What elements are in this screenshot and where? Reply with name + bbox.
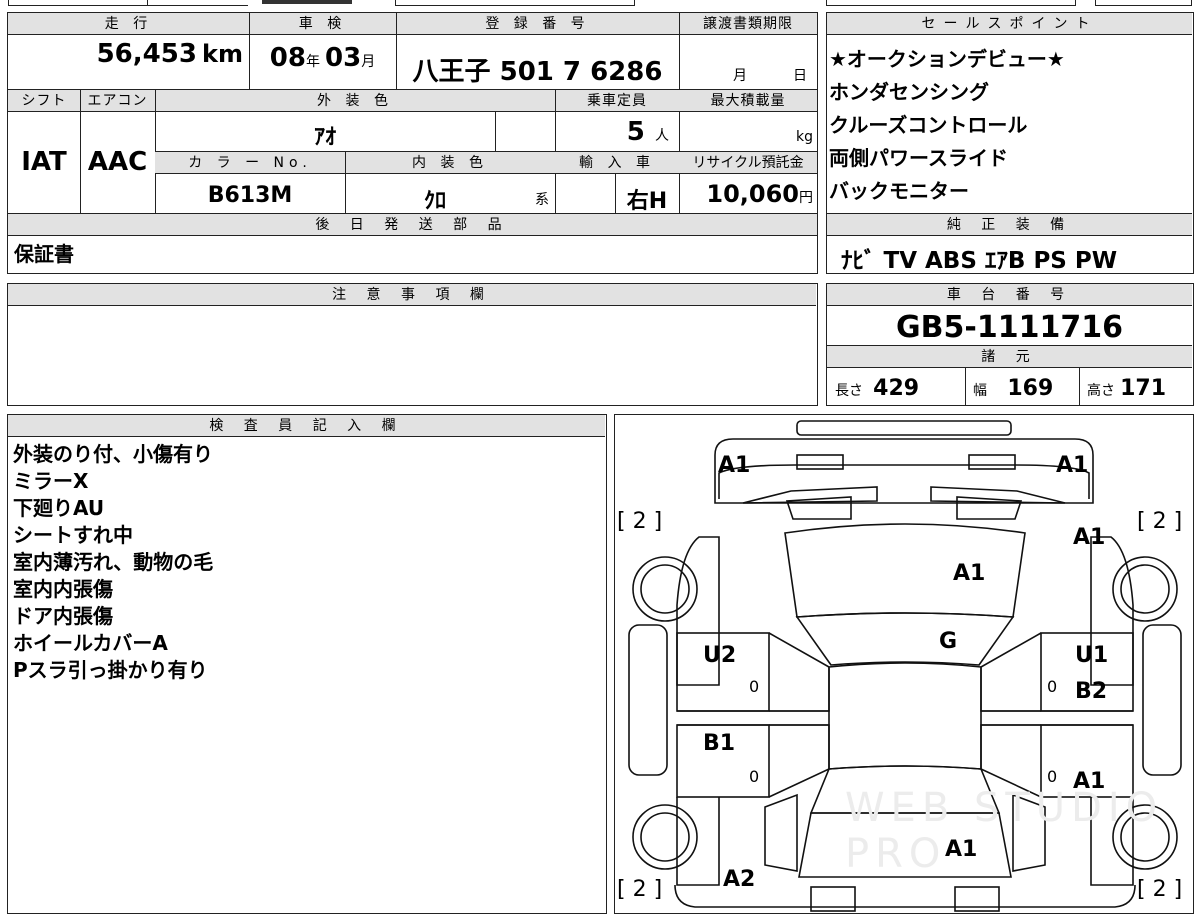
spec-width: 幅 169	[973, 376, 1054, 401]
mark-front-right-corner: A1	[1056, 453, 1089, 478]
mark-door-rear-left: B1	[703, 731, 736, 756]
caution-box: 注 意 事 項 欄	[7, 283, 818, 406]
exterior-color-header: 外 装 色	[155, 90, 555, 112]
mark-tire-front-right: [ 2 ]	[1137, 509, 1183, 534]
transfer-deadline-header: 譲渡書類期限	[679, 13, 817, 35]
recycle-value: 10,060円	[706, 180, 813, 208]
sales-point-item: バックモニター	[829, 179, 969, 203]
top-clipped-strip	[0, 0, 1200, 8]
spec-height: 高さ 171	[1087, 376, 1167, 401]
mark-front-left-corner: A1	[718, 453, 751, 478]
mark-zero: 0	[749, 677, 760, 696]
inspection-value: 08年 03月	[269, 43, 376, 73]
mark-door-front-right: U1	[1075, 643, 1109, 668]
inspector-note: ホイールカバーA	[13, 631, 168, 655]
sales-point-item: クルーズコントロール	[829, 113, 1028, 137]
inspector-note: 室内薄汚れ、動物の毛	[13, 550, 214, 574]
mark-tire-rear-left: [ 2 ]	[617, 877, 663, 902]
mark-fender-right: A1	[1073, 525, 1106, 550]
sales-points-box: セールスポイント ★オークションデビュー★ ホンダセンシング クルーズコントロー…	[826, 12, 1194, 274]
mark-zero: 0	[1047, 767, 1058, 786]
inspector-header: 検 査 員 記 入 欄	[8, 415, 605, 437]
inspector-note: ミラーX	[13, 469, 89, 493]
inspector-note: シートすれ中	[13, 523, 133, 547]
interior-color-header: 内 装 色	[345, 152, 555, 174]
inspector-notes: 外装のり付、小傷有り ミラーX 下廻りAU シートすれ中 室内薄汚れ、動物の毛 …	[13, 441, 213, 684]
aircon-value: AAC	[87, 147, 148, 177]
deadline-month-unit: 月	[733, 68, 747, 84]
registration-header: 登 録 番 号	[396, 13, 679, 35]
import-header: 輸 入 車	[555, 152, 679, 174]
recycle-header: リサイクル預託金	[679, 152, 817, 174]
inspector-note: 下廻りAU	[13, 496, 105, 520]
mark-door-rear-right: A1	[1073, 769, 1106, 794]
deadline-day-unit: 日	[793, 68, 807, 84]
mark-rear-left: A2	[723, 867, 756, 892]
caution-header: 注 意 事 項 欄	[8, 284, 816, 306]
specs-header: 諸 元	[827, 346, 1192, 368]
sales-points-list: ★オークションデビュー★ ホンダセンシング クルーズコントロール 両側パワースラ…	[829, 43, 1065, 208]
mark-tire-rear-right: [ 2 ]	[1137, 877, 1183, 902]
later-parts-value: 保証書	[14, 242, 74, 266]
inspector-note: 外装のり付、小傷有り	[13, 442, 213, 466]
import-value: 右H	[626, 189, 668, 214]
later-parts-header: 後 日 発 送 部 品	[8, 214, 817, 236]
vehicle-info-table: 走 行 車 検 登 録 番 号 譲渡書類期限 56,453 km 08年 03月…	[7, 12, 818, 274]
mark-roof-rear: A1	[945, 837, 978, 862]
sales-point-item: ★オークションデビュー★	[829, 47, 1065, 71]
chassis-number: GB5-1111716	[896, 310, 1123, 345]
sales-points-header: セールスポイント	[827, 13, 1192, 35]
mark-door-front-left: U2	[703, 643, 737, 668]
mileage-header: 走 行	[8, 13, 249, 35]
registration-value: 八王子 501 7 6286	[412, 57, 663, 87]
shift-value: IAT	[21, 147, 67, 177]
mark-tire-front-left: [ 2 ]	[617, 509, 663, 534]
inspector-box: 検 査 員 記 入 欄 外装のり付、小傷有り ミラーX 下廻りAU シートすれ中…	[7, 414, 607, 914]
aircon-header: エアコン	[80, 90, 155, 112]
chassis-box: 車 台 番 号 GB5-1111716 諸 元 長さ 429 幅 169 高さ …	[826, 283, 1194, 406]
interior-color-value: ｸﾛ	[423, 189, 446, 214]
watermark: WEB STUDIO PRO	[845, 785, 1164, 877]
sales-point-item: ホンダセンシング	[829, 80, 989, 104]
color-no-header: カ ラ ー No.	[155, 152, 345, 174]
exterior-color-value: ｱｵ	[313, 125, 336, 150]
mark-windshield: G	[939, 629, 958, 654]
inspection-header: 車 検	[249, 13, 396, 35]
spec-length: 長さ 429	[835, 376, 920, 401]
shift-header: シフト	[8, 90, 80, 112]
chassis-header: 車 台 番 号	[827, 284, 1192, 306]
sales-point-item: 両側パワースライド	[829, 146, 1008, 170]
mileage-value: 56,453 km	[96, 39, 243, 69]
color-no-value: B613M	[207, 183, 293, 208]
inspector-note: ドア内張傷	[13, 604, 113, 628]
mark-door-front-right-2: B2	[1075, 679, 1108, 704]
capacity-header: 乗車定員	[555, 90, 679, 112]
mark-hood: A1	[953, 561, 986, 586]
inspector-note: 室内内張傷	[13, 577, 113, 601]
capacity-value: 5 人	[626, 117, 669, 147]
interior-color-suffix: 系	[535, 192, 549, 208]
inspector-note: Pスラ引っ掛かり有り	[13, 658, 208, 682]
max-load-unit: kg	[796, 129, 813, 145]
damage-diagram-box: WEB STUDIO PRO A1 A1 [ 2 ] [ 2 ] A1 A1 G…	[614, 414, 1194, 914]
max-load-header: 最大積載量	[679, 90, 817, 112]
mark-zero: 0	[1047, 677, 1058, 696]
equipment-header: 純 正 装 備	[827, 214, 1192, 236]
equipment-value: ﾅﾋﾞ TV ABS ｴｱB PS PW	[841, 248, 1118, 274]
mark-zero: 0	[749, 767, 760, 786]
